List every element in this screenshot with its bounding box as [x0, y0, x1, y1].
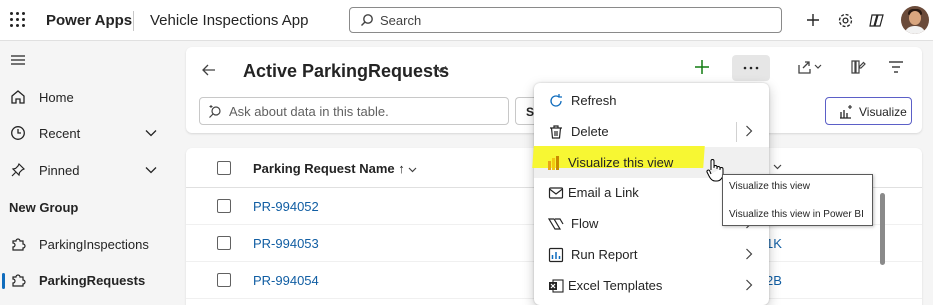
ask-placeholder: Ask about data in this table.: [229, 104, 389, 119]
visualize-label: Visualize: [859, 105, 907, 119]
menu-item-refresh[interactable]: Refresh: [534, 85, 769, 116]
menu-item-label: Email a Link: [568, 185, 639, 200]
record-link[interactable]: PR-994053: [253, 236, 319, 251]
search-input[interactable]: Search: [349, 7, 782, 33]
divider: [133, 11, 134, 31]
app-launcher-icon[interactable]: [10, 12, 26, 28]
sidebar-item-recent[interactable]: Recent: [0, 118, 175, 148]
hamburger-menu[interactable]: [0, 45, 175, 75]
refresh-icon: [547, 92, 565, 110]
plus-icon[interactable]: [803, 10, 823, 30]
sparkle-search-icon: [209, 105, 221, 118]
gear-icon[interactable]: [835, 10, 855, 30]
chevron-right-icon[interactable]: [745, 125, 753, 137]
flow-icon: [547, 215, 565, 233]
copilot-icon[interactable]: [866, 10, 886, 30]
chevron-right-icon: [746, 248, 753, 260]
tooltip-title: Visualize this view: [729, 181, 810, 192]
record-link[interactable]: PR-994052: [253, 199, 319, 214]
filter-icon[interactable]: [888, 59, 904, 75]
home-icon: [9, 88, 27, 106]
clock-icon: [9, 124, 27, 142]
sidebar-item-label: Home: [39, 89, 74, 105]
menu-item-label: Visualize this view: [568, 155, 674, 170]
menu-item-label: Excel Templates: [568, 278, 663, 293]
puzzle-icon: [9, 235, 27, 253]
mail-icon: [547, 184, 565, 202]
row-checkbox[interactable]: [217, 273, 231, 287]
back-arrow-icon[interactable]: [201, 62, 217, 78]
sidebar-item-parkinginspections[interactable]: ParkingInspections: [0, 229, 175, 259]
visualize-button[interactable]: Visualize: [825, 97, 912, 125]
chevron-down-icon[interactable]: [773, 164, 782, 170]
sidebar: Home Recent Pinned New Group ParkingInsp…: [0, 41, 175, 305]
row-checkbox[interactable]: [217, 236, 231, 250]
scrollbar[interactable]: [880, 193, 885, 265]
menu-item-label: Flow: [571, 216, 599, 231]
trash-icon: [547, 123, 565, 141]
menu-item-visualize-content[interactable]: Visualize this view: [534, 147, 734, 178]
more-commands-button[interactable]: [732, 55, 770, 81]
pin-icon: [9, 161, 27, 179]
tooltip-description: Visualize this view in Power BI: [729, 209, 864, 220]
hamburger-icon: [9, 51, 27, 69]
divider: [736, 122, 737, 142]
powerbi-icon: [544, 154, 562, 172]
menu-item-label: Delete: [571, 124, 609, 139]
row-checkbox[interactable]: [217, 199, 231, 213]
menu-item-label: Refresh: [571, 93, 617, 108]
tooltip: Visualize this view Visualize this view …: [722, 174, 873, 226]
column-header-name[interactable]: Parking Request Name ↑: [253, 161, 417, 176]
sidebar-item-pinned[interactable]: Pinned: [0, 155, 175, 185]
menu-item-delete[interactable]: Delete: [534, 116, 769, 147]
menu-item-excel-templates[interactable]: Excel Templates: [534, 270, 769, 301]
chevron-down-icon: [145, 167, 157, 174]
chevron-down-icon: [145, 130, 157, 137]
ask-data-input[interactable]: Ask about data in this table.: [199, 97, 509, 125]
chart-sparkle-icon: [840, 105, 852, 119]
new-record-icon[interactable]: [694, 59, 710, 75]
search-label: Search: [380, 13, 422, 28]
app-name[interactable]: Vehicle Inspections App: [150, 12, 308, 29]
record-link[interactable]: PR-994054: [253, 273, 319, 288]
sidebar-group-title: New Group: [9, 200, 79, 215]
menu-item-run-report[interactable]: Run Report: [534, 239, 769, 270]
brand-name[interactable]: Power Apps: [46, 12, 132, 29]
share-icon[interactable]: [796, 59, 822, 75]
sidebar-item-home[interactable]: Home: [0, 82, 175, 112]
select-all-checkbox[interactable]: [217, 161, 231, 175]
excel-icon: [547, 277, 565, 295]
edit-columns-icon[interactable]: [850, 59, 866, 75]
puzzle-icon: [9, 271, 27, 289]
sidebar-item-parkingrequests[interactable]: ParkingRequests: [0, 265, 175, 295]
report-icon: [547, 246, 565, 264]
sort-arrow-icon: ↑: [398, 161, 405, 176]
sidebar-item-label: ParkingRequests: [39, 272, 146, 288]
top-bar: Power Apps Vehicle Inspections App Searc…: [0, 0, 933, 41]
sidebar-item-label: Recent: [39, 125, 81, 141]
menu-item-label: Run Report: [571, 247, 638, 262]
chevron-down-icon[interactable]: [434, 65, 447, 74]
chevron-right-icon: [746, 279, 753, 291]
avatar[interactable]: [901, 6, 929, 34]
chevron-down-icon: [408, 167, 417, 173]
sidebar-item-label: ParkingInspections: [39, 236, 149, 252]
page-title[interactable]: Active ParkingRequests: [243, 61, 449, 82]
search-icon: [361, 14, 373, 26]
sidebar-item-label: Pinned: [39, 162, 80, 178]
column-header-label: Parking Request Name: [253, 161, 395, 176]
ellipsis-icon: [743, 66, 759, 70]
